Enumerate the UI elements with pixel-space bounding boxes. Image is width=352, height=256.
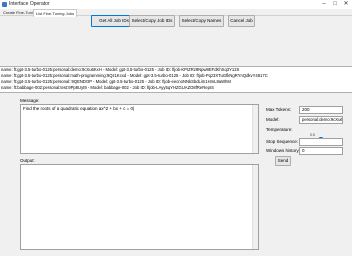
select-copy-job-ids-button[interactable]: Select/Copy Job IDs — [129, 15, 175, 27]
maximize-button[interactable]: □ — [330, 0, 340, 9]
app-icon — [2, 2, 7, 7]
model-input[interactable]: personal:demo:9cXu6KxH — [299, 116, 343, 124]
window-history-input[interactable]: 0 — [299, 147, 343, 155]
tab-list-fine-tuning-jobs[interactable]: List Fine-Tuning Jobs — [33, 9, 78, 17]
select-copy-names-button[interactable]: Select/Copy Names — [179, 15, 224, 27]
output-box[interactable] — [20, 164, 259, 250]
model-label: Model: — [266, 117, 280, 122]
window-history-label: Windows history: — [266, 148, 301, 153]
close-button[interactable]: ✕ — [341, 0, 351, 9]
stop-sequence-input[interactable] — [299, 138, 343, 146]
stop-sequence-label: Stop Sequence: — [266, 139, 299, 144]
send-button[interactable]: Send — [275, 156, 291, 166]
tab-bar: Create Fine-Tuning Job List Fine-Tuning … — [0, 9, 352, 17]
list-item[interactable]: name: ft:babbage-002:personal:test:9Pp8U… — [0, 85, 352, 91]
message-scrollbar[interactable] — [252, 105, 258, 153]
window-title: Interface Operator — [9, 1, 50, 7]
minimize-button[interactable]: – — [319, 0, 329, 9]
title-bar: Interface Operator – □ ✕ — [0, 0, 352, 9]
max-tokens-label: Max Tokens: — [266, 107, 292, 112]
temperature-value: 0.5 — [310, 133, 315, 137]
message-input[interactable]: Find the roots of a quadratic equation a… — [20, 104, 259, 154]
cancel-job-button[interactable]: Cancel Job — [228, 15, 255, 27]
temperature-label: Temperature: — [266, 127, 293, 132]
output-scrollbar[interactable] — [252, 165, 258, 249]
job-list[interactable]: name: ft:gpt-3.5-turbo-0125:personal:dem… — [0, 66, 352, 93]
max-tokens-input[interactable]: 200 — [299, 106, 343, 114]
app-window: Interface Operator – □ ✕ Create Fine-Tun… — [0, 0, 352, 256]
